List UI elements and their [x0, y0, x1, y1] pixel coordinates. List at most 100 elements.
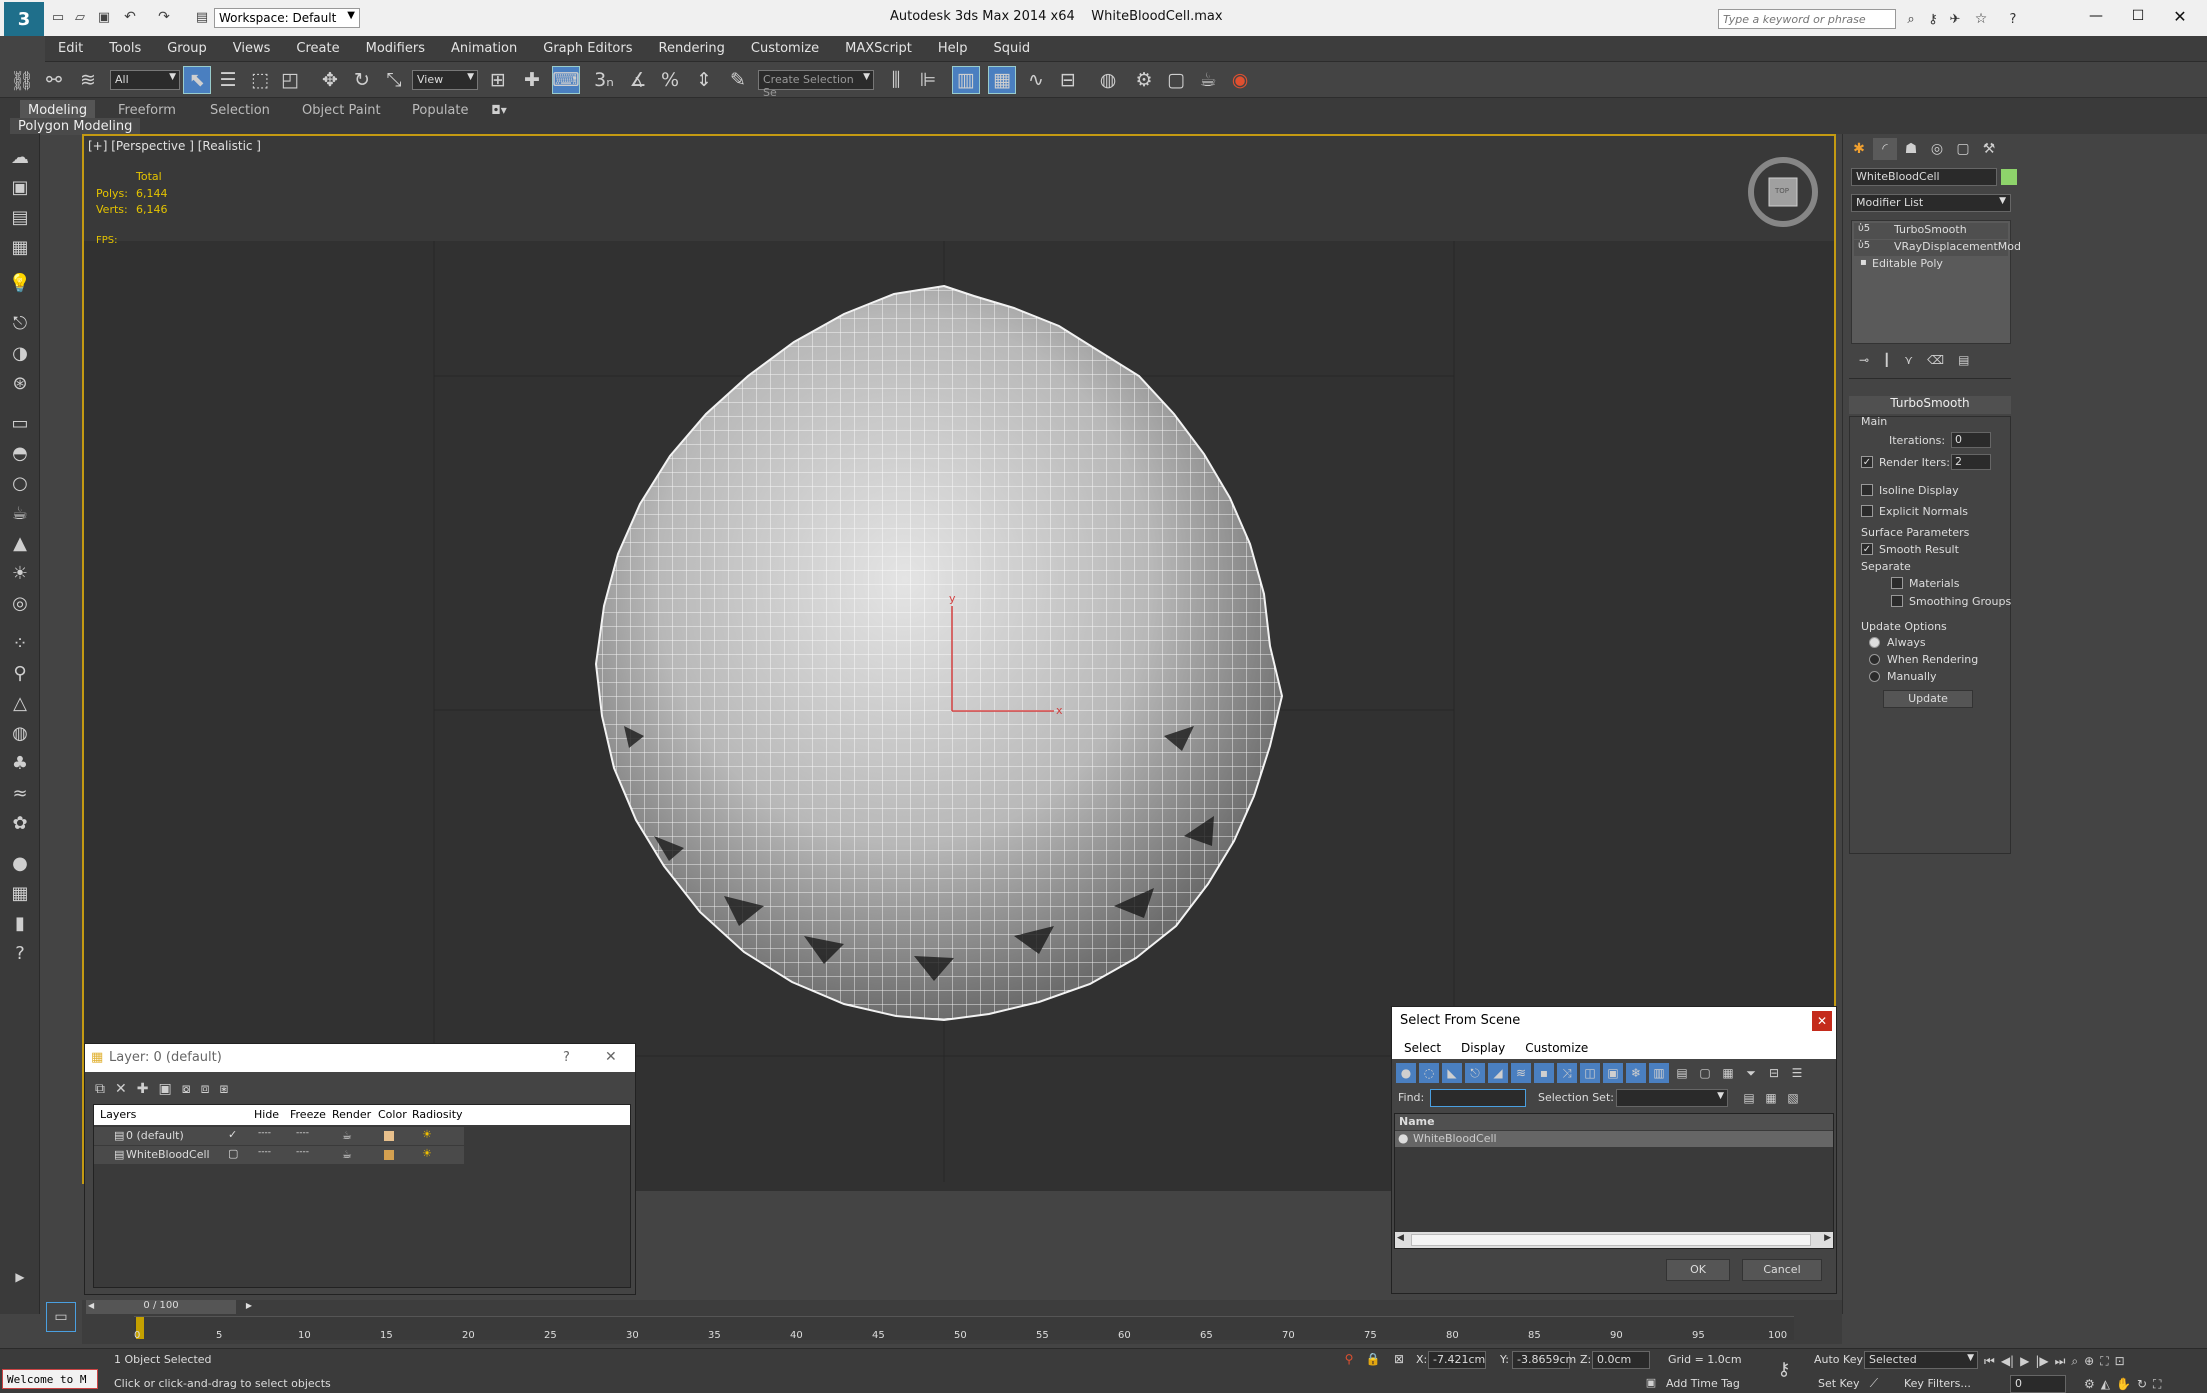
cylinder-primitive-icon[interactable]: ◓ — [6, 440, 34, 466]
save-icon[interactable]: ▣ — [96, 9, 112, 25]
column-freeze[interactable]: Freeze — [290, 1108, 326, 1121]
hidden-filter-icon[interactable]: ▥ — [1649, 1063, 1669, 1083]
utilities-icon[interactable]: ▮ — [6, 910, 34, 936]
default-in-out-tangents-icon[interactable]: ⟋ — [1864, 1375, 1884, 1391]
filter-funnel-icon[interactable]: ⏷ — [1741, 1063, 1761, 1083]
xrefs-filter-icon[interactable]: ⤨ — [1557, 1063, 1577, 1083]
orbit-icon[interactable]: ↻ — [2137, 1375, 2147, 1393]
play-icon[interactable]: ▶ — [2020, 1351, 2029, 1371]
vray-render-icon[interactable]: ◉ — [1226, 66, 1254, 94]
smooth-result-checkbox[interactable]: ✓ — [1861, 543, 1873, 555]
schematic-view-icon[interactable]: ⊟ — [1054, 66, 1082, 94]
make-unique-icon[interactable]: ⋎ — [1904, 350, 1913, 370]
modifier-list-dropdown[interactable]: Modifier List ▼ — [1851, 194, 2011, 212]
torus-icon[interactable]: ◎ — [6, 590, 34, 616]
current-frame-field[interactable]: 0 — [2010, 1375, 2066, 1393]
materials-checkbox[interactable] — [1891, 577, 1903, 589]
geometry-filter-icon[interactable]: ● — [1396, 1063, 1416, 1083]
y-coordinate-field[interactable]: -3.8659cm — [1512, 1351, 1576, 1369]
hide-all-icon[interactable]: ⧈ — [201, 1078, 210, 1100]
menu-group[interactable]: Group — [154, 36, 220, 61]
time-slider[interactable]: ◀ 0 / 100 ▶ — [86, 1300, 252, 1314]
menu-select[interactable]: Select — [1404, 1041, 1441, 1055]
maximize-viewport-icon[interactable]: ⛶ — [2153, 1375, 2161, 1393]
selection-filter-dropdown[interactable]: All ▼ — [110, 70, 180, 90]
app-logo-icon[interactable]: 3 — [4, 2, 44, 36]
go-to-start-icon[interactable]: ⏮ — [1984, 1351, 1995, 1371]
render-production-icon[interactable]: ☕ — [1194, 66, 1222, 94]
modify-tab-icon[interactable]: ◜ — [1873, 138, 1897, 160]
triangle-icon[interactable]: △ — [6, 690, 34, 716]
ok-button[interactable]: OK — [1666, 1259, 1730, 1281]
communication-center-icon[interactable]: ✈ — [1946, 10, 1964, 28]
angle-snap-icon[interactable]: ∡ — [624, 66, 652, 94]
scroll-left-icon[interactable]: ◀ — [1397, 1233, 1404, 1243]
absolute-mode-icon[interactable]: ⊠ — [1392, 1351, 1406, 1367]
frozen-filter-icon[interactable]: ❄ — [1626, 1063, 1646, 1083]
explicit-normals-checkbox[interactable] — [1861, 505, 1873, 517]
plant-icon[interactable]: ♣ — [6, 750, 34, 776]
smoothing-groups-checkbox[interactable] — [1891, 595, 1903, 607]
pivot-center-icon[interactable]: ⊞ — [484, 66, 512, 94]
binoculars-icon[interactable]: ⌕ — [1902, 10, 1920, 28]
time-slider-next-icon[interactable]: ▶ — [246, 1301, 252, 1310]
select-manipulate-icon[interactable]: ✚ — [518, 66, 546, 94]
radiosity-icon[interactable]: ☀ — [422, 1147, 432, 1160]
mini-curve-editor-icon[interactable]: ▭ — [46, 1302, 76, 1332]
open-file-icon[interactable]: ▱ — [72, 9, 88, 25]
helper-icon[interactable]: ◑ — [6, 340, 34, 366]
layer-color-swatch[interactable] — [384, 1150, 394, 1160]
snaps-toggle-icon[interactable]: 3ₙ — [590, 66, 618, 94]
redo-icon[interactable]: ↷ — [156, 9, 172, 25]
maximize-icon[interactable]: ☐ — [2124, 4, 2152, 28]
viewport-layout-icon[interactable]: ☁ — [6, 144, 34, 170]
sphere-primitive-icon[interactable]: ○ — [6, 470, 34, 496]
add-time-tag[interactable]: Add Time Tag — [1666, 1377, 1740, 1390]
add-to-set-icon[interactable]: ▦ — [1762, 1089, 1780, 1107]
grid-map-icon[interactable]: ▦ — [6, 880, 34, 906]
next-frame-icon[interactable]: |▶ — [2035, 1351, 2048, 1371]
menu-tools[interactable]: Tools — [96, 36, 154, 61]
cancel-button[interactable]: Cancel — [1742, 1259, 1822, 1281]
find-input[interactable] — [1430, 1089, 1526, 1107]
project-folder-icon[interactable]: ▤ — [194, 9, 210, 25]
sun-light-icon[interactable]: ☀ — [6, 560, 34, 586]
maxscript-listener[interactable]: Welcome to M — [2, 1369, 98, 1389]
isoline-display-checkbox[interactable] — [1861, 484, 1873, 496]
field-of-view-icon[interactable]: ◭ — [2101, 1375, 2110, 1393]
render-icon[interactable]: ⊛ — [6, 370, 34, 396]
render-teapot-icon[interactable]: ☕ — [342, 1148, 352, 1161]
help-button[interactable]: ? — [563, 1050, 570, 1065]
column-render[interactable]: Render — [332, 1108, 371, 1121]
menu-edit[interactable]: Edit — [45, 36, 96, 61]
create-selection-set-icon[interactable]: ▤ — [1740, 1089, 1758, 1107]
help-circle-icon[interactable]: ? — [6, 940, 34, 966]
time-slider-prev-icon[interactable]: ◀ — [88, 1301, 94, 1310]
teapot-icon[interactable]: ☕ — [6, 500, 34, 526]
close-icon[interactable]: ✕ — [2166, 4, 2194, 28]
hierarchy-icon[interactable]: ⊟ — [1764, 1063, 1784, 1083]
manually-radio[interactable] — [1869, 671, 1880, 682]
edit-named-selection-icon[interactable]: ✎ — [724, 66, 752, 94]
layer-explorer-icon[interactable]: ▦ — [988, 66, 1016, 94]
stack-item-vraydisplacementmod[interactable]: ὑ5 VRayDisplacementMod — [1854, 240, 2021, 256]
curve-editor-icon[interactable]: ∿ — [1022, 66, 1050, 94]
utilities-tab-icon[interactable]: ⚒ — [1977, 138, 2001, 160]
isolate-selection-icon[interactable]: ⚲ — [1342, 1351, 1356, 1367]
menu-graph-editors[interactable]: Graph Editors — [530, 36, 645, 61]
select-icon[interactable]: ▣ — [6, 174, 34, 200]
ribbon-tab-object-paint[interactable]: Object Paint — [294, 100, 389, 121]
rendered-frame-window-icon[interactable]: ▢ — [1162, 66, 1190, 94]
column-layers[interactable]: Layers — [100, 1108, 136, 1121]
set-key-icon[interactable]: ⚷ — [1770, 1359, 1798, 1380]
groups-filter-icon[interactable]: ▪ — [1534, 1063, 1554, 1083]
always-radio[interactable] — [1869, 637, 1880, 648]
selection-set-dropdown[interactable]: ▼ — [1616, 1089, 1728, 1107]
highlight-layer-icon[interactable]: ⧇ — [182, 1078, 191, 1100]
zoom-icon[interactable]: ⌕ — [2071, 1351, 2078, 1371]
object-list-item[interactable]: ● WhiteBloodCell — [1395, 1131, 1833, 1147]
freeze-all-icon[interactable]: ⧆ — [220, 1078, 229, 1100]
column-color[interactable]: Color — [378, 1108, 407, 1121]
select-by-name-icon[interactable]: ☰ — [214, 66, 242, 94]
remove-from-set-icon[interactable]: ▧ — [1784, 1089, 1802, 1107]
